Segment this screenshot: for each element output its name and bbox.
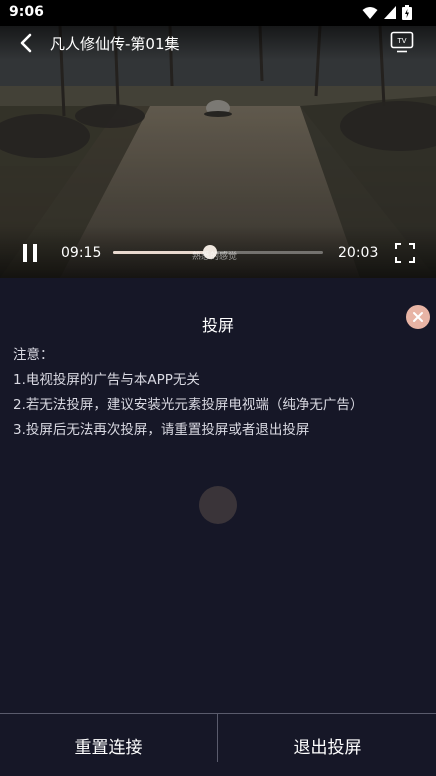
close-button[interactable] — [406, 305, 430, 329]
loading-spinner — [199, 486, 237, 524]
fullscreen-icon[interactable] — [395, 243, 415, 263]
exit-cast-button[interactable]: 退出投屏 — [219, 714, 436, 776]
pause-icon[interactable] — [21, 243, 39, 263]
battery-icon — [402, 5, 412, 20]
notes-list: 注意： 1.电视投屏的广告与本APP无关 2.若无法投屏，建议安装光元素投屏电视… — [13, 343, 363, 443]
total-time: 20:03 — [338, 245, 379, 261]
signal-icon — [384, 6, 396, 19]
cast-panel: 投屏 注意： 1.电视投屏的广告与本APP无关 2.若无法投屏，建议安装光元素投… — [0, 278, 436, 713]
wifi-icon — [362, 6, 378, 19]
reset-connection-button[interactable]: 重置连接 — [0, 714, 217, 776]
notes-heading: 注意： — [13, 347, 54, 363]
status-icons — [362, 5, 412, 20]
back-arrow-icon[interactable] — [16, 32, 36, 54]
video-subtitle: 熟悉的感觉 — [192, 252, 238, 262]
current-time: 09:15 — [61, 245, 102, 261]
tv-cast-icon[interactable]: TV — [390, 31, 414, 53]
video-player[interactable]: 凡人修仙传-第01集 TV — [0, 26, 436, 278]
note-item: 1.电视投屏的广告与本APP无关 — [13, 372, 200, 388]
note-item: 2.若无法投屏，建议安装光元素投屏电视端（纯净无广告） — [13, 397, 364, 413]
note-item: 3.投屏后无法再次投屏，请重置投屏或者退出投屏 — [13, 422, 310, 438]
svg-text:TV: TV — [396, 37, 406, 45]
bottom-bar: 重置连接 退出投屏 — [0, 713, 436, 776]
video-title: 凡人修仙传-第01集 — [50, 35, 180, 53]
status-time: 9:06 — [9, 4, 44, 20]
divider — [217, 714, 218, 762]
panel-title: 投屏 — [201, 316, 234, 335]
close-icon — [413, 312, 423, 322]
status-bar: 9:06 — [0, 0, 436, 26]
